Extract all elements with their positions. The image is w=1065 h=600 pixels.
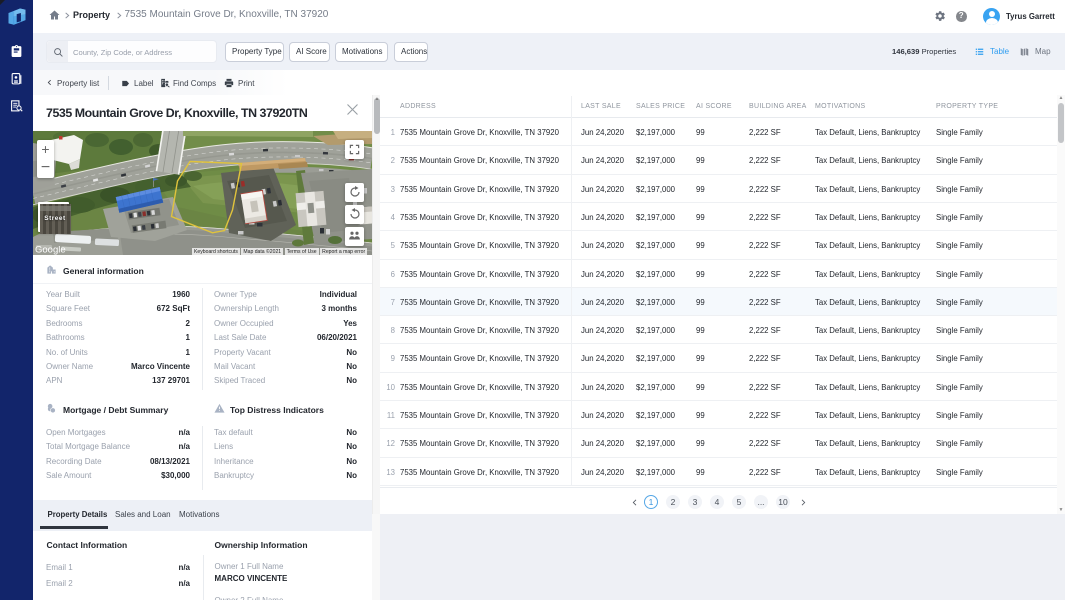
svg-text:Google: Google: [35, 245, 66, 256]
